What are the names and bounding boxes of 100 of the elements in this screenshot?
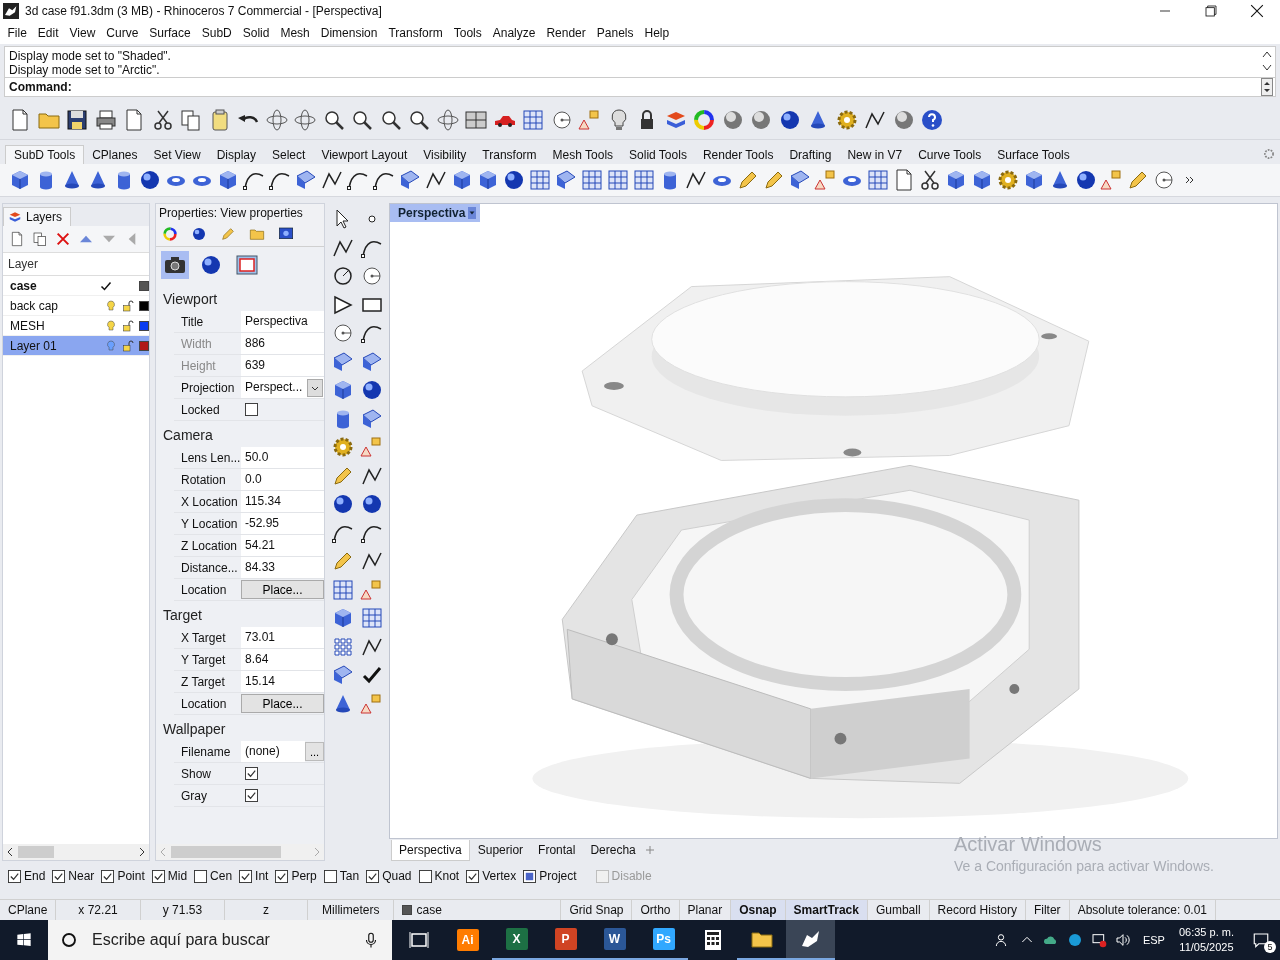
search-input[interactable]: Escribe aquí para buscar <box>90 930 350 950</box>
notification-button[interactable]: 5 <box>1248 927 1274 953</box>
surface-icon[interactable] <box>294 168 318 192</box>
color-wheel-icon[interactable] <box>162 226 178 242</box>
menu-item[interactable]: Dimension <box>315 26 383 40</box>
mesh-grid-icon[interactable] <box>866 168 890 192</box>
circle-icon[interactable] <box>331 264 355 288</box>
color-swatch[interactable] <box>139 340 149 351</box>
toolbar-tab[interactable]: Viewport Layout <box>313 146 416 164</box>
toolbar-tab[interactable]: New in V7 <box>839 146 911 164</box>
value-field[interactable]: 15.14 <box>241 671 324 692</box>
glossy-sphere-icon[interactable] <box>360 492 384 516</box>
value-field[interactable]: 50.0 <box>241 447 324 468</box>
menu-item[interactable]: Tools <box>448 26 488 40</box>
circle-icon[interactable] <box>1066 932 1083 948</box>
surface-icon[interactable] <box>788 168 812 192</box>
toolbar-tab[interactable]: Drafting <box>781 146 840 164</box>
status-toggle[interactable]: Osnap <box>731 900 786 920</box>
app-tile[interactable]: W <box>603 928 626 950</box>
viewport-tab[interactable]: Perspectiva <box>391 839 470 861</box>
toolbar-tab[interactable]: Display <box>208 146 264 164</box>
windows-logo-icon[interactable] <box>16 932 32 948</box>
glossy-sphere-icon[interactable] <box>191 226 207 242</box>
checkbox[interactable] <box>366 869 380 883</box>
checkbox[interactable] <box>523 869 537 883</box>
checkbox[interactable] <box>8 869 21 883</box>
scrollbar[interactable] <box>3 844 149 860</box>
settings-icon[interactable] <box>1262 147 1276 161</box>
color-swatch[interactable] <box>139 300 149 311</box>
layer-name[interactable]: case <box>416 900 442 920</box>
orbit-icon[interactable] <box>435 108 460 132</box>
monitor-icon[interactable] <box>278 226 294 242</box>
value-field[interactable]: -52.95 <box>241 513 324 534</box>
color-swatch[interactable] <box>139 280 149 291</box>
camera-icon[interactable] <box>161 251 189 279</box>
menu-item[interactable]: Surface <box>143 26 197 40</box>
checkbox[interactable] <box>466 869 480 883</box>
help-icon[interactable] <box>920 108 944 132</box>
toolbar-tab[interactable]: Transform <box>474 146 545 164</box>
printer-icon[interactable] <box>93 108 118 132</box>
menu-item[interactable]: Curve <box>100 26 144 40</box>
menu-item[interactable]: Edit <box>32 26 65 40</box>
network-error-icon[interactable] <box>1090 932 1107 948</box>
doc-icon[interactable] <box>9 231 25 247</box>
menu-item[interactable]: Render <box>540 26 592 40</box>
surface-icon[interactable] <box>398 168 422 192</box>
speaker-icon[interactable] <box>1114 932 1131 948</box>
padlock-icon[interactable] <box>122 319 134 332</box>
glossy-sphere-icon[interactable] <box>331 492 355 516</box>
padlock-icon[interactable] <box>122 299 134 312</box>
glossy-sphere-icon[interactable] <box>138 168 162 192</box>
shapes-icon[interactable] <box>578 108 602 132</box>
toolbar-tab[interactable]: Mesh Tools <box>544 146 622 164</box>
mesh-grid-icon[interactable] <box>331 577 355 602</box>
value-field[interactable]: 115.34 <box>241 491 324 512</box>
menu-item[interactable]: Mesh <box>274 26 316 40</box>
color-wheel-icon[interactable] <box>692 108 716 132</box>
viewport-tab[interactable]: Superior <box>470 840 531 860</box>
chevron-icon[interactable] <box>1184 174 1196 186</box>
viewport-grid-icon[interactable] <box>464 108 488 132</box>
checkbox[interactable] <box>151 869 165 883</box>
delete-icon[interactable] <box>55 231 71 247</box>
menu-item[interactable]: File <box>2 26 33 40</box>
mesh-grid-icon[interactable] <box>606 168 630 192</box>
mesh-grid-icon[interactable] <box>528 168 552 192</box>
dropdown[interactable]: Perspect... <box>241 377 324 398</box>
layer-row[interactable]: back cap <box>3 296 149 316</box>
surface-icon[interactable] <box>331 663 355 687</box>
clock-time[interactable]: 06:35 p. m. <box>1178 925 1234 940</box>
circle-point-icon[interactable] <box>360 264 384 288</box>
circle-point-icon[interactable] <box>331 321 355 345</box>
toolbar-tab[interactable]: Solid Tools <box>621 146 695 164</box>
place-button[interactable]: Place... <box>241 580 324 599</box>
scissors-icon[interactable] <box>918 168 942 192</box>
toolbar-tab[interactable]: Set View <box>145 146 209 164</box>
checkbox[interactable] <box>245 403 258 416</box>
viewport-tab[interactable]: Frontal <box>531 840 583 860</box>
checkbox[interactable] <box>245 767 258 780</box>
lightbulb-icon[interactable] <box>105 299 117 312</box>
glossy-sphere-icon[interactable] <box>1074 168 1098 192</box>
orbit-icon[interactable] <box>293 108 317 132</box>
copy-icon[interactable] <box>32 231 48 247</box>
menu-item[interactable]: Analyze <box>487 26 541 40</box>
menu-item[interactable]: Help <box>639 26 675 40</box>
surface-icon[interactable] <box>554 168 578 192</box>
value-field[interactable]: Perspectiva <box>241 311 324 332</box>
layer-row[interactable]: Layer 01 <box>3 336 149 356</box>
chevron-left-icon[interactable] <box>6 847 14 857</box>
search-field[interactable]: Escribe aquí para buscar <box>48 920 392 960</box>
toolbar-tab[interactable]: CPlanes <box>84 146 146 164</box>
sphere-icon[interactable] <box>749 108 773 132</box>
mesh-grid-icon[interactable] <box>521 108 545 132</box>
viewport-title[interactable]: Perspectiva <box>390 204 481 222</box>
checkbox[interactable] <box>418 869 432 883</box>
gear-icon[interactable] <box>331 435 355 459</box>
app-tile[interactable]: X <box>505 928 528 950</box>
gear-icon[interactable] <box>996 168 1020 192</box>
checkbox[interactable] <box>239 869 253 883</box>
menu-item[interactable]: SubD <box>196 26 238 40</box>
spin-arrows-icon[interactable] <box>1261 78 1273 96</box>
